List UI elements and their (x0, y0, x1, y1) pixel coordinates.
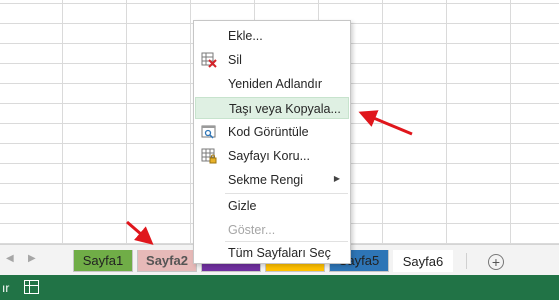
submenu-arrow-icon: ▶ (333, 174, 340, 183)
menu-item-label: Tüm Sayfaları Seç (228, 246, 331, 260)
menu-item-label: Taşı veya Kopyala... (229, 102, 341, 116)
sheet-tab-sayfa6[interactable]: Sayfa6 (393, 250, 453, 272)
menu-item-label: Göster... (228, 223, 276, 237)
menu-item-rename[interactable]: Yeniden Adlandır (195, 73, 349, 95)
menu-separator (225, 193, 348, 194)
menu-item-label: Yeniden Adlandır (228, 77, 323, 91)
menu-item-move-or-copy[interactable]: Taşı veya Kopyala... (195, 97, 349, 119)
status-text: ır (2, 281, 10, 295)
menu-item-tab-color[interactable]: Sekme Rengi ▶ (195, 169, 349, 191)
menu-item-label: Gizle (228, 199, 257, 213)
tab-divider (466, 253, 467, 269)
menu-item-label: Kod Görüntüle (228, 125, 309, 139)
status-bar: ır (0, 275, 559, 300)
menu-item-label: Sekme Rengi (228, 173, 304, 187)
prev-sheet-icon[interactable]: ◀ (6, 253, 14, 264)
view-code-icon (201, 125, 216, 139)
sheet-tab-sayfa1[interactable]: Sayfa1 (73, 250, 133, 272)
menu-item-hide[interactable]: Gizle (195, 195, 349, 217)
sheet-context-menu: Ekle... Sil Yeniden Adlandır Taşı veya K… (193, 20, 351, 264)
menu-item-protect-sheet[interactable]: Sayfayı Koru... (195, 145, 349, 167)
menu-item-label: Ekle... (228, 29, 263, 43)
menu-item-delete[interactable]: Sil (195, 49, 349, 71)
next-sheet-icon[interactable]: ▶ (28, 253, 36, 264)
menu-item-label: Sil (228, 53, 242, 67)
menu-item-view-code[interactable]: Kod Görüntüle (195, 121, 349, 143)
menu-item-label: Sayfayı Koru... (228, 149, 310, 163)
sheet-tab-sayfa2[interactable]: Sayfa2 (137, 250, 197, 272)
menu-item-select-all-sheets[interactable]: Tüm Sayfaları Seç (195, 242, 349, 264)
menu-item-unhide: Göster... (195, 219, 349, 241)
protect-sheet-icon (201, 148, 217, 164)
normal-view-icon[interactable] (24, 280, 39, 294)
delete-sheet-icon (201, 52, 217, 68)
add-sheet-icon[interactable]: + (488, 254, 504, 270)
menu-item-insert[interactable]: Ekle... (195, 25, 349, 47)
